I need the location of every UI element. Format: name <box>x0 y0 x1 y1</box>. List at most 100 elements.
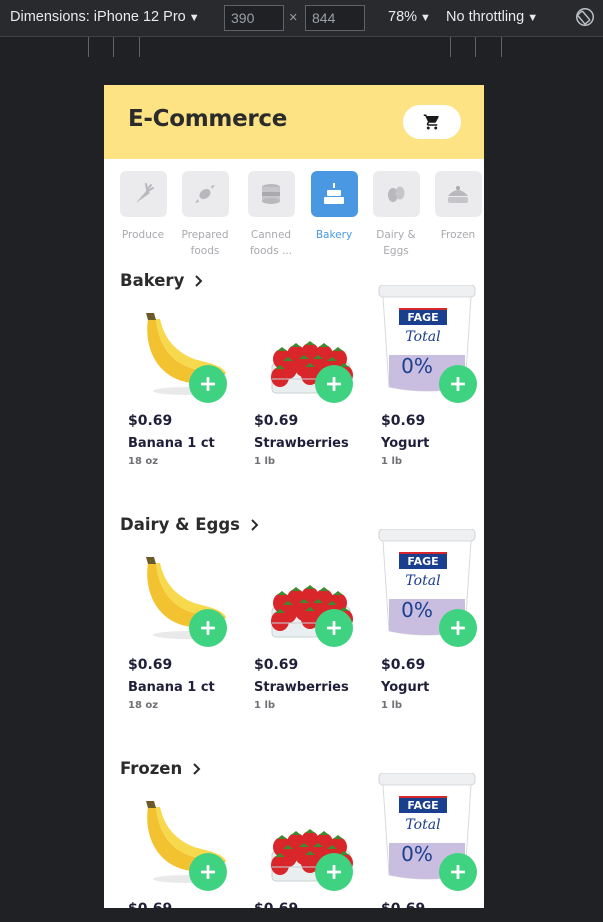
product-size: 1 lb <box>254 700 276 711</box>
product-price: $0.69 <box>381 413 426 429</box>
svg-text:Total: Total <box>405 573 440 589</box>
devtools-toolbar: Dimensions: iPhone 12 Pro ▼ 390 × 844 78%… <box>0 0 603 36</box>
svg-text:0%: 0% <box>401 354 433 378</box>
plus-icon <box>201 865 215 879</box>
rotate-icon[interactable] <box>574 6 596 28</box>
product-price: $0.69 <box>128 901 172 908</box>
cake-icon <box>324 183 344 204</box>
category-dairy-eggs[interactable]: Dairy & Eggs <box>371 171 421 259</box>
add-to-cart-button[interactable] <box>189 365 227 403</box>
zoom-dropdown[interactable]: 78% ▼ <box>388 9 431 25</box>
plus-icon <box>451 621 465 635</box>
add-to-cart-button[interactable] <box>439 365 477 403</box>
product-price: $0.69 <box>381 657 426 673</box>
svg-text:Total: Total <box>405 817 440 833</box>
product-card-yogurt[interactable]: FAGETotal0%$0.69Yogurt1 lb <box>378 528 484 717</box>
width-input[interactable]: 390 <box>224 5 284 31</box>
add-to-cart-button[interactable] <box>315 853 353 891</box>
ruler-tick <box>88 37 89 57</box>
product-size: 1 lb <box>381 700 403 711</box>
category-frozen[interactable]: Frozen <box>433 171 483 243</box>
dimensions-dropdown[interactable]: Dimensions: iPhone 12 Pro ▼ <box>10 9 200 25</box>
height-input[interactable]: 844 <box>305 5 365 31</box>
category-tile <box>434 171 482 217</box>
product-size: 18 oz <box>128 456 159 467</box>
add-to-cart-button[interactable] <box>189 853 227 891</box>
can-icon <box>262 184 280 204</box>
candy-icon <box>195 185 215 203</box>
product-card-strawberries[interactable]: $0.69Strawberries1 lb <box>252 303 362 473</box>
throttling-dropdown[interactable]: No throttling ▼ <box>446 9 538 25</box>
product-price: $0.69 <box>254 413 299 429</box>
category-label: Frozen <box>440 229 476 241</box>
product-card-banana[interactable]: $0.69Banana 1 ct18 oz <box>126 791 236 908</box>
add-to-cart-button[interactable] <box>439 609 477 647</box>
product-price: $0.69 <box>128 657 173 673</box>
product-name: Banana 1 ct <box>128 436 215 451</box>
category-label: Canned foods ... <box>249 229 293 257</box>
add-to-cart-button[interactable] <box>439 853 477 891</box>
product-name: Yogurt <box>381 436 430 451</box>
app-title: E-Commerce <box>128 106 288 132</box>
chevron-right-icon <box>195 274 203 287</box>
ruler-tick <box>501 37 502 57</box>
product-card-banana[interactable]: $0.69 Banana 1 ct 18 oz <box>126 547 236 717</box>
plus-icon <box>451 865 465 879</box>
product-size: 18 oz <box>128 700 159 711</box>
section-title-frozen[interactable]: Frozen <box>120 759 202 778</box>
category-prepared-foods[interactable]: Prepared foods <box>180 171 230 259</box>
svg-text:FAGE: FAGE <box>407 311 438 324</box>
app-header: E-Commerce <box>104 85 484 159</box>
chevron-right-icon <box>251 518 259 531</box>
media-query-ruler <box>0 36 603 58</box>
category-bar: Produce Prepared foods Canned foods ... … <box>104 171 484 261</box>
category-tile <box>310 171 358 217</box>
product-name: Banana 1 ct <box>128 680 215 695</box>
add-to-cart-button[interactable] <box>189 609 227 647</box>
plus-icon <box>327 865 341 879</box>
section-title-text: Frozen <box>120 759 183 778</box>
product-price: $0.69 <box>254 901 298 908</box>
product-card-yogurt[interactable]: FAGE Total 0% $0.69 Yogurt 1 lb <box>378 284 484 473</box>
category-produce[interactable]: Produce <box>118 171 168 243</box>
product-size: 1 lb <box>381 456 403 467</box>
section-title-text: Dairy & Eggs <box>120 515 240 534</box>
plus-icon <box>327 377 341 391</box>
plus-icon <box>201 377 215 391</box>
product-name: Yogurt <box>381 680 430 695</box>
product-name: Strawberries <box>254 680 349 695</box>
ruler-tick <box>475 37 476 57</box>
ruler-tick <box>139 37 140 57</box>
category-tile <box>372 171 420 217</box>
carrot-icon <box>136 183 154 203</box>
product-price: $0.69 <box>128 413 173 429</box>
svg-text:Total: Total <box>405 329 440 345</box>
category-tile <box>181 171 229 217</box>
eggs-icon <box>388 186 405 202</box>
category-canned-foods[interactable]: Canned foods ... <box>246 171 296 259</box>
plus-icon <box>451 377 465 391</box>
category-bakery[interactable]: Bakery <box>309 171 359 243</box>
plus-icon <box>201 621 215 635</box>
category-label: Prepared foods <box>181 229 229 257</box>
section-title-dairy-eggs[interactable]: Dairy & Eggs <box>120 515 260 534</box>
add-to-cart-button[interactable] <box>315 365 353 403</box>
product-card-strawberries[interactable]: $0.69Strawberries1 lb <box>252 791 362 908</box>
product-size: 1 lb <box>254 456 276 467</box>
svg-text:0%: 0% <box>401 598 433 622</box>
ruler-tick <box>450 37 451 57</box>
section-title-bakery[interactable]: Bakery <box>120 271 204 290</box>
cart-icon <box>423 114 439 130</box>
throttling-label: No throttling <box>446 9 525 25</box>
svg-text:FAGE: FAGE <box>407 799 438 812</box>
product-card-strawberries[interactable]: $0.69Strawberries1 lb <box>252 547 362 717</box>
plus-icon <box>327 621 341 635</box>
svg-text:0%: 0% <box>401 842 433 866</box>
add-to-cart-button[interactable] <box>315 609 353 647</box>
product-card-banana[interactable]: $0.69 Banana 1 ct 18 oz <box>126 303 236 473</box>
product-card-yogurt[interactable]: FAGETotal0%$0.69Yogurt1 lb <box>378 772 484 908</box>
zoom-label: 78% <box>388 9 418 25</box>
cart-button[interactable] <box>403 105 461 139</box>
frozen-icon <box>448 186 468 203</box>
category-label: Produce <box>121 229 165 241</box>
